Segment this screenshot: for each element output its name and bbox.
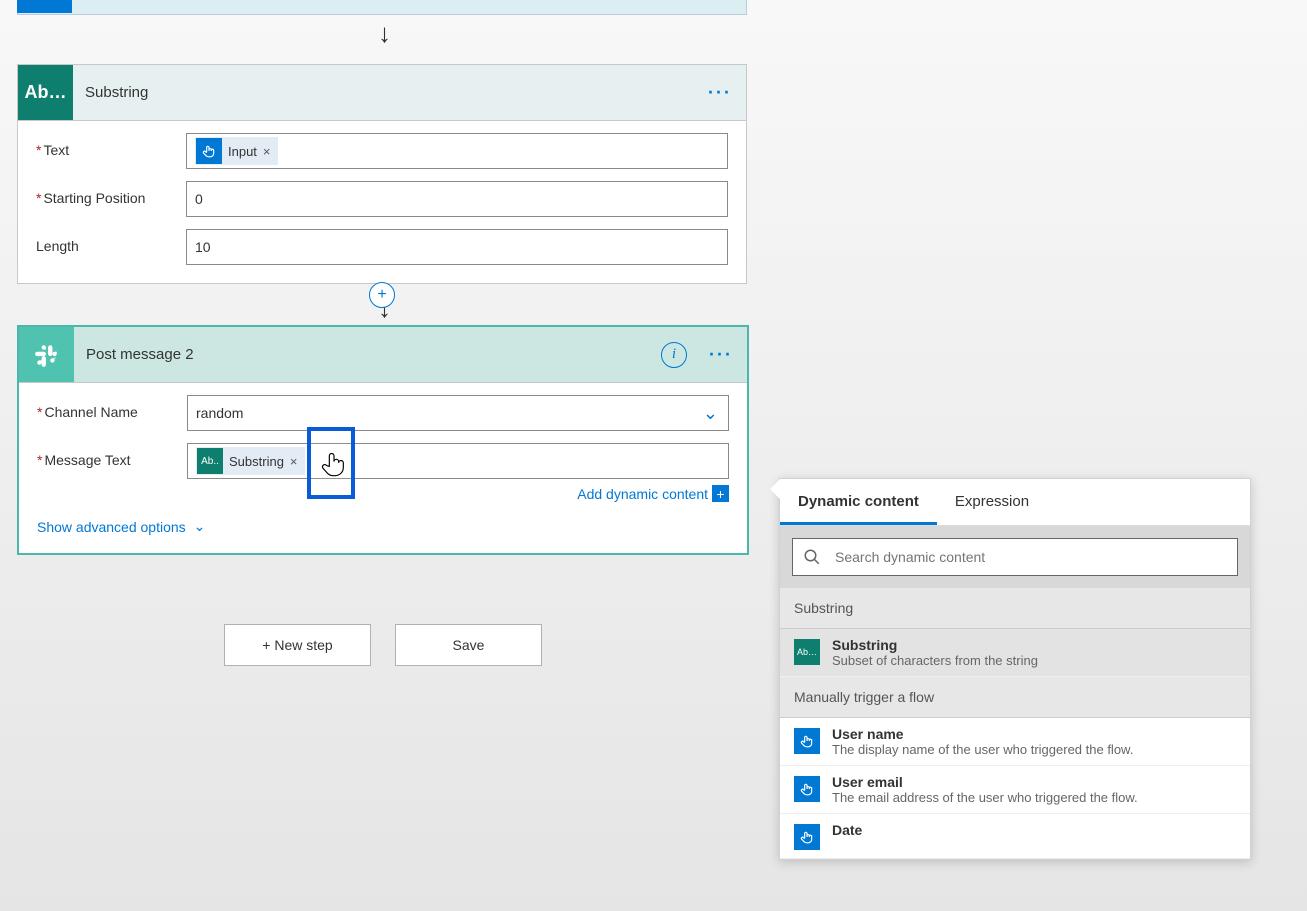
dc-item[interactable]: User emailThe email address of the user … (780, 766, 1250, 814)
chevron-down-icon-2: ⌄ (194, 518, 206, 535)
dc-item-title: Substring (832, 637, 1038, 653)
startpos-input[interactable]: 0 (186, 181, 728, 217)
substring-card-icon: Ab… (18, 65, 73, 120)
add-dynamic-plus-icon: + (712, 485, 729, 502)
dc-section-header: Manually trigger a flow (780, 677, 1250, 718)
save-button[interactable]: Save (395, 624, 542, 666)
length-label: Length (36, 229, 186, 254)
previous-card-icon (17, 0, 72, 13)
dc-item-title: User email (832, 774, 1138, 790)
postmessage-header[interactable]: Post message 2 i ··· (19, 327, 747, 383)
text-field-label: *Text (36, 133, 186, 158)
substring-token-icon: Ab.. (197, 448, 223, 474)
icon-text: Ab… (25, 82, 67, 103)
input-token[interactable]: Input × (195, 137, 278, 165)
token-remove-icon[interactable]: × (263, 144, 271, 159)
length-value: 10 (195, 239, 211, 255)
postmessage-title: Post message 2 (86, 346, 194, 363)
info-icon[interactable]: i (661, 342, 687, 368)
msgtext-label: *Message Text (37, 443, 187, 468)
substring-header[interactable]: Ab… Substring ··· (18, 65, 746, 121)
substring-title: Substring (85, 84, 148, 101)
dc-item[interactable]: User nameThe display name of the user wh… (780, 718, 1250, 766)
search-icon (803, 548, 821, 566)
search-input[interactable] (833, 548, 1227, 566)
show-advanced-options[interactable]: Show advanced options ⌄ (37, 518, 205, 535)
dc-item-title: Date (832, 822, 862, 838)
channel-value: random (196, 405, 243, 421)
dc-item-subtitle: Subset of characters from the string (832, 653, 1038, 668)
substring-icon: Ab… (794, 639, 820, 665)
dc-item-subtitle: The email address of the user who trigge… (832, 790, 1138, 805)
manual-trigger-icon (196, 138, 222, 164)
text-field-input[interactable]: Input × (186, 133, 728, 169)
action-buttons: + New step Save (224, 624, 542, 666)
substring-card[interactable]: Ab… Substring ··· *Text Input × (17, 64, 747, 284)
previous-card-partial (17, 0, 747, 15)
add-step-button[interactable]: + (369, 282, 395, 308)
dc-item-subtitle: The display name of the user who trigger… (832, 742, 1133, 757)
panel-pointer (770, 479, 780, 499)
manual-trigger-icon (794, 776, 820, 802)
dc-item[interactable]: Ab… SubstringSubset of characters from th… (780, 629, 1250, 677)
card-menu-button[interactable]: ··· (708, 82, 732, 103)
card-menu-button-2[interactable]: ··· (709, 344, 733, 365)
add-dynamic-content-link[interactable]: Add dynamic content + (187, 485, 729, 502)
startpos-value: 0 (195, 191, 203, 207)
substring-token-remove[interactable]: × (290, 454, 298, 469)
dc-item-title: User name (832, 726, 1133, 742)
tab-dynamic-content[interactable]: Dynamic content (780, 479, 937, 525)
chevron-down-icon: ⌄ (703, 403, 718, 424)
channel-select[interactable]: random ⌄ (187, 395, 729, 431)
dynamic-content-panel: Dynamic content Expression Substring Ab… S… (779, 478, 1251, 860)
slack-icon (19, 327, 74, 382)
token-label-2: Substring (229, 454, 284, 469)
manual-trigger-icon (794, 824, 820, 850)
channel-label: *Channel Name (37, 395, 187, 420)
tab-expression[interactable]: Expression (937, 479, 1047, 525)
dynamic-content-list[interactable]: SubstringAb…SubstringSubset of character… (780, 588, 1250, 859)
dc-item[interactable]: Date (780, 814, 1250, 859)
postmessage-card[interactable]: Post message 2 i ··· *Channel Name rando… (17, 325, 749, 555)
dc-section-header: Substring (780, 588, 1250, 629)
new-step-button[interactable]: + New step (224, 624, 371, 666)
token-label: Input (228, 144, 257, 159)
manual-trigger-icon (794, 728, 820, 754)
startpos-label: *Starting Position (36, 181, 186, 206)
msgtext-input[interactable]: Ab.. Substring × (187, 443, 729, 479)
length-input[interactable]: 10 (186, 229, 728, 265)
arrow-down-icon: ↓ (378, 18, 391, 49)
dynamic-content-search[interactable] (792, 538, 1238, 576)
substring-token[interactable]: Ab.. Substring × (196, 447, 305, 475)
